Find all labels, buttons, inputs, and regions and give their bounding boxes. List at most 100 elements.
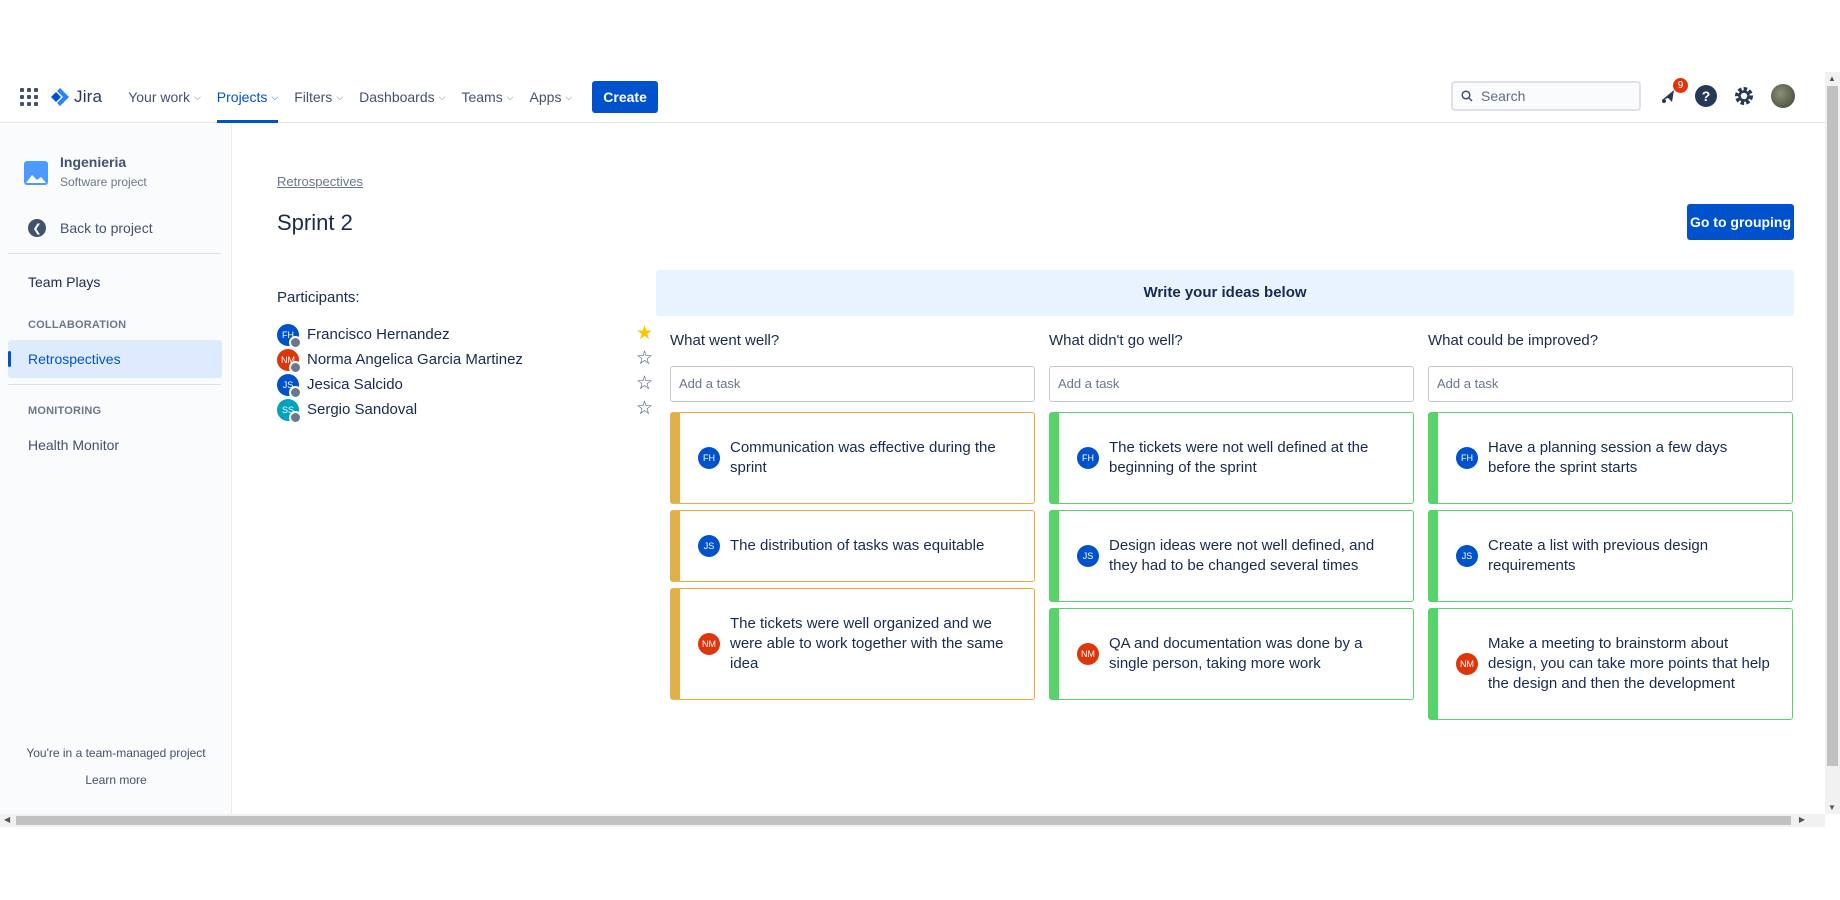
- arrow-left-icon: ❮: [28, 219, 46, 237]
- retro-card[interactable]: JS Create a list with previous design re…: [1428, 510, 1793, 602]
- nav-teams[interactable]: Teams ⌵: [461, 72, 513, 123]
- search-placeholder: Search: [1481, 88, 1526, 104]
- sidebar-item-retrospectives[interactable]: Retrospectives: [28, 351, 121, 367]
- column-went-well: What went well? Add a task FH Communicat…: [670, 332, 1035, 720]
- participants-list: FH Francisco Hernandez ★ NM Norma Angeli…: [277, 322, 657, 424]
- nav-projects-label: Projects: [216, 89, 268, 105]
- participant-row: JS Jesica Salcido ☆: [277, 372, 657, 399]
- nav-apps[interactable]: Apps ⌵: [530, 72, 573, 123]
- project-avatar-icon: [24, 161, 48, 185]
- project-header[interactable]: Ingenieria Software project: [24, 154, 147, 189]
- search-icon: [1461, 90, 1473, 102]
- horizontal-scroll-thumb[interactable]: [16, 816, 1791, 825]
- learn-more-link[interactable]: Learn more: [0, 773, 232, 787]
- card-text: The tickets were not well defined at the…: [1109, 439, 1369, 476]
- notification-count-badge: 9: [1673, 78, 1688, 93]
- sidebar-divider: [8, 253, 221, 254]
- jira-logo-text: Jira: [74, 87, 103, 106]
- chevron-down-icon: ⌵: [438, 91, 446, 102]
- back-to-project-link[interactable]: ❮ Back to project: [28, 219, 153, 237]
- project-type: Software project: [60, 175, 147, 189]
- star-outline-icon[interactable]: ☆: [636, 374, 653, 393]
- sidebar-item-team-plays[interactable]: Team Plays: [28, 274, 100, 290]
- nav-filters[interactable]: Filters ⌵: [294, 72, 343, 123]
- app-switcher-icon[interactable]: [20, 88, 38, 106]
- nav-your-work[interactable]: Your work ⌵: [128, 72, 201, 123]
- nav-teams-label: Teams: [461, 89, 503, 105]
- chevron-down-icon: ⌵: [193, 91, 201, 102]
- participant-avatar: JS: [277, 373, 302, 399]
- retro-card[interactable]: FH Have a planning session a few days be…: [1428, 412, 1793, 504]
- sidebar-item-health-monitor[interactable]: Health Monitor: [28, 437, 119, 453]
- nav-projects[interactable]: Projects ⌵: [216, 72, 279, 123]
- retro-card[interactable]: NM QA and documentation was done by a si…: [1049, 608, 1414, 700]
- card-author-avatar: NM: [1077, 643, 1099, 665]
- participant-row: NM Norma Angelica Garcia Martinez ☆: [277, 347, 657, 374]
- star-filled-icon[interactable]: ★: [636, 324, 653, 343]
- page-title: Sprint 2: [277, 210, 353, 235]
- notifications-button[interactable]: 9: [1657, 78, 1688, 107]
- user-avatar[interactable]: [1771, 84, 1795, 108]
- retro-card[interactable]: JS Design ideas were not well defined, a…: [1049, 510, 1414, 602]
- retro-card[interactable]: FH The tickets were not well defined at …: [1049, 412, 1414, 504]
- star-outline-icon[interactable]: ☆: [636, 349, 653, 368]
- nav-apps-label: Apps: [529, 89, 562, 105]
- help-icon[interactable]: ?: [1695, 85, 1717, 107]
- participant-name: Francisco Hernandez: [307, 326, 450, 343]
- settings-gear-icon[interactable]: [1733, 85, 1755, 107]
- card-author-avatar: FH: [698, 447, 720, 469]
- card-author-avatar: FH: [1077, 447, 1099, 469]
- card-author-avatar: NM: [1456, 653, 1478, 675]
- retro-card[interactable]: NM The tickets were well organized and w…: [670, 588, 1035, 700]
- chevron-down-icon: ⌵: [565, 91, 573, 102]
- card-text: The distribution of tasks was equitable: [730, 537, 985, 554]
- sidebar-divider: [8, 384, 221, 385]
- vertical-scroll-thumb[interactable]: [1827, 86, 1838, 766]
- retro-card[interactable]: FH Communication was effective during th…: [670, 412, 1035, 504]
- create-button[interactable]: Create: [592, 81, 658, 113]
- add-task-input[interactable]: Add a task: [670, 366, 1035, 402]
- jira-logo[interactable]: Jira: [50, 87, 102, 107]
- nav-dashboards[interactable]: Dashboards ⌵: [359, 72, 445, 123]
- add-task-input[interactable]: Add a task: [1049, 366, 1414, 402]
- vertical-scrollbar[interactable]: ▲ ▼: [1825, 72, 1840, 814]
- scroll-left-arrow-icon[interactable]: ◀: [4, 815, 10, 824]
- scroll-up-arrow-icon[interactable]: ▲: [1828, 74, 1836, 83]
- search-input[interactable]: Search: [1451, 81, 1641, 111]
- breadcrumb[interactable]: Retrospectives: [277, 174, 363, 189]
- card-text: Have a planning session a few days befor…: [1488, 439, 1728, 476]
- column-title: What went well?: [670, 332, 780, 349]
- participant-row: FH Francisco Hernandez ★: [277, 322, 657, 349]
- add-task-input[interactable]: Add a task: [1428, 366, 1793, 402]
- jira-logo-icon: [51, 88, 69, 106]
- nav-dashboards-label: Dashboards: [359, 89, 435, 105]
- card-text: QA and documentation was done by a singl…: [1109, 635, 1363, 672]
- card-author-avatar: JS: [698, 535, 720, 557]
- star-outline-icon[interactable]: ☆: [636, 399, 653, 418]
- scroll-down-arrow-icon[interactable]: ▼: [1828, 803, 1836, 812]
- scroll-right-arrow-icon[interactable]: ▶: [1799, 815, 1805, 824]
- card-author-avatar: JS: [1077, 545, 1099, 567]
- nav-your-work-label: Your work: [128, 89, 190, 105]
- participant-name: Sergio Sandoval: [307, 401, 418, 418]
- card-text: The tickets were well organized and we w…: [730, 615, 1004, 672]
- column-didnt-go-well: What didn't go well? Add a task FH The t…: [1049, 332, 1414, 720]
- go-to-grouping-button[interactable]: Go to grouping: [1687, 204, 1794, 240]
- card-text: Communication was effective during the s…: [730, 439, 996, 476]
- card-author-avatar: NM: [698, 633, 720, 655]
- project-sidebar: Ingenieria Software project ❮ Back to pr…: [0, 124, 232, 814]
- column-could-be-improved: What could be improved? Add a task FH Ha…: [1428, 332, 1793, 720]
- retro-card[interactable]: NM Make a meeting to brainstorm about de…: [1428, 608, 1793, 720]
- participant-name: Jesica Salcido: [307, 376, 403, 393]
- project-name: Ingenieria: [60, 154, 127, 170]
- chevron-down-icon: ⌵: [506, 91, 514, 102]
- horizontal-scrollbar[interactable]: ◀ ▶: [0, 814, 1825, 827]
- team-managed-note: You're in a team-managed project: [26, 746, 206, 760]
- card-text: Make a meeting to brainstorm about desig…: [1488, 635, 1770, 692]
- top-navigation: Jira Your work ⌵ Projects ⌵ Filters ⌵ Dashb…: [0, 72, 1825, 123]
- participant-name: Norma Angelica Garcia Martinez: [307, 351, 523, 368]
- chevron-down-icon: ⌵: [271, 91, 279, 102]
- sidebar-heading-monitoring: MONITORING: [28, 405, 102, 417]
- retro-card[interactable]: JS The distribution of tasks was equitab…: [670, 510, 1035, 582]
- chevron-down-icon: ⌵: [336, 91, 344, 102]
